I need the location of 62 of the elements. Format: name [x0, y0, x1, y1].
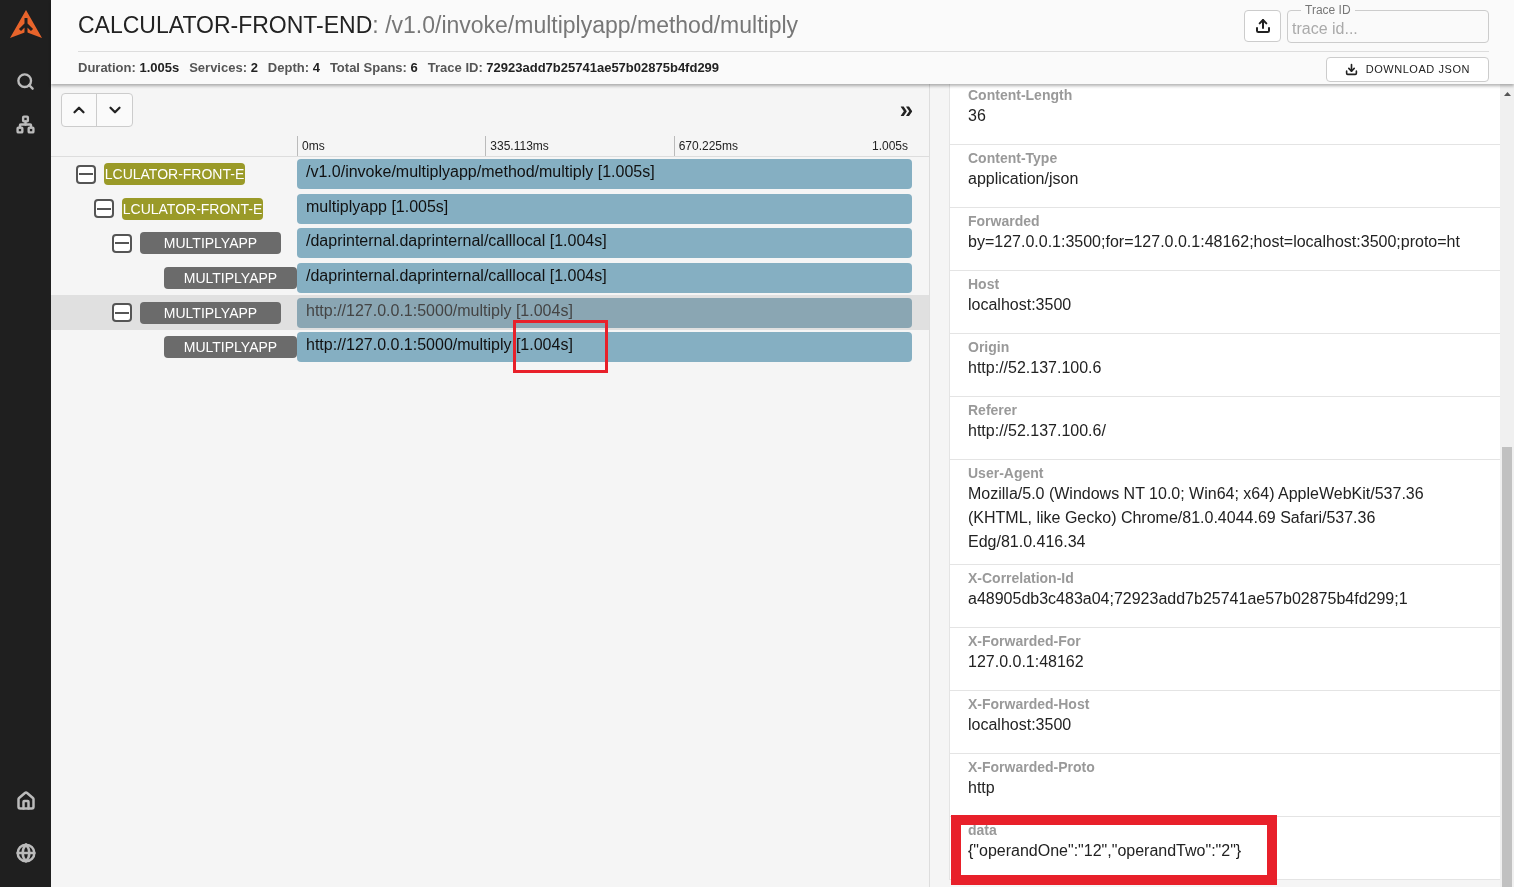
- service-tag: MULTIPLYAPP: [163, 267, 297, 290]
- time-tick: 335.113ms: [485, 136, 674, 156]
- header-key: Referer: [968, 401, 1500, 419]
- trace-id-label: Trace ID: [1301, 3, 1355, 17]
- scroll-up-icon[interactable]: [1503, 92, 1511, 96]
- header-value: Mozilla/5.0 (Windows NT 10.0; Win64; x64) AppleWebKit/537.36 (KHTML, like Gecko) Chrome/81.0.4044.69 Safari/537.36 Edg/81.0.416.34: [968, 484, 1425, 552]
- service-tag: MULTIPLYAPP: [140, 301, 281, 324]
- collapse-icon[interactable]: [112, 303, 132, 323]
- span-bar[interactable]: /daprinternal.daprinternal/calllocal [1.004s]: [297, 263, 912, 294]
- span-bar[interactable]: multiplyapp [1.005s]: [297, 193, 912, 224]
- trace-title: CALCULATOR-FRONT-END: /v1.0/invoke/multiplyapp/method/multiply: [78, 11, 799, 40]
- service-tag: MULTIPLYAPP: [140, 232, 281, 255]
- header-key: Content-Length: [968, 86, 1500, 104]
- header-key: X-Forwarded-Proto: [968, 758, 1500, 776]
- upload-button[interactable]: [1244, 10, 1281, 42]
- service-tag: MULTIPLYAPP: [163, 336, 297, 359]
- search-icon[interactable]: [16, 72, 35, 91]
- header-key: Forwarded: [968, 212, 1500, 230]
- trace-stat: Duration: 1.005s: [78, 58, 180, 77]
- span-bar[interactable]: /v1.0/invoke/multiplyapp/method/multiply [1.005s]: [297, 159, 912, 190]
- collapse-icon[interactable]: [94, 199, 114, 219]
- trace-stat: Trace ID: 72923add7b25741ae57b02875b4fd299: [427, 58, 720, 77]
- header-value: by=127.0.0.1:3500;for=127.0.0.1:48162;host=localhost:3500;proto=ht: [968, 232, 1461, 252]
- header-value: application/json: [968, 169, 1080, 189]
- time-tick: 0ms: [297, 136, 486, 156]
- header-value: 127.0.0.1:48162: [968, 652, 1085, 672]
- span-bar[interactable]: http://127.0.0.1:5000/multiply [1.004s]: [297, 297, 912, 328]
- service-tag: LCULATOR-FRONT-E: [122, 197, 263, 220]
- header-key: X-Forwarded-For: [968, 632, 1500, 650]
- collapse-icon[interactable]: [76, 164, 96, 184]
- header-key: X-Correlation-Id: [968, 569, 1500, 587]
- header-value: http: [968, 778, 996, 798]
- scrollbar[interactable]: [1500, 84, 1514, 887]
- download-json-button[interactable]: DOWNLOAD JSON: [1325, 56, 1489, 82]
- expand-button[interactable]: »: [899, 98, 913, 122]
- download-icon: [1344, 62, 1358, 76]
- hierarchy-icon[interactable]: [16, 115, 35, 134]
- header-key: X-Forwarded-Host: [968, 695, 1500, 713]
- trace-stat: Total Spans: 6: [329, 58, 418, 77]
- upload-icon: [1254, 18, 1271, 34]
- collapse-icon[interactable]: [112, 234, 132, 253]
- service-tag: LCULATOR-FRONT-E: [104, 163, 245, 186]
- header-key: data: [968, 821, 1500, 839]
- header-value: 36: [968, 106, 987, 126]
- header-value: localhost:3500: [968, 715, 1073, 735]
- trace-stat: Services: 2: [189, 58, 258, 77]
- span-bar[interactable]: http://127.0.0.1:5000/multiply [1.004s]: [297, 332, 912, 363]
- header-value: a48905db3c483a04;72923add7b25741ae57b02875b4fd299;1: [968, 589, 1409, 609]
- header-key: User-Agent: [968, 464, 1500, 482]
- time-tick: 1.005s: [870, 138, 909, 155]
- header-value: {"operandOne":"12","operandTwo":"2"}: [968, 841, 1243, 861]
- time-tick: 670.225ms: [673, 136, 862, 156]
- header-key: Host: [968, 275, 1500, 293]
- home-icon[interactable]: [15, 791, 36, 811]
- globe-icon[interactable]: [15, 843, 36, 863]
- header-value: localhost:3500: [968, 295, 1073, 315]
- header-value: http://52.137.100.6: [968, 358, 1103, 378]
- header-key: Origin: [968, 338, 1500, 356]
- header-value: http://52.137.100.6/: [968, 421, 1107, 441]
- span-bar[interactable]: /daprinternal.daprinternal/calllocal [1.004s]: [297, 228, 912, 259]
- trace-stat: Depth: 4: [267, 58, 320, 77]
- header-key: Content-Type: [968, 149, 1500, 167]
